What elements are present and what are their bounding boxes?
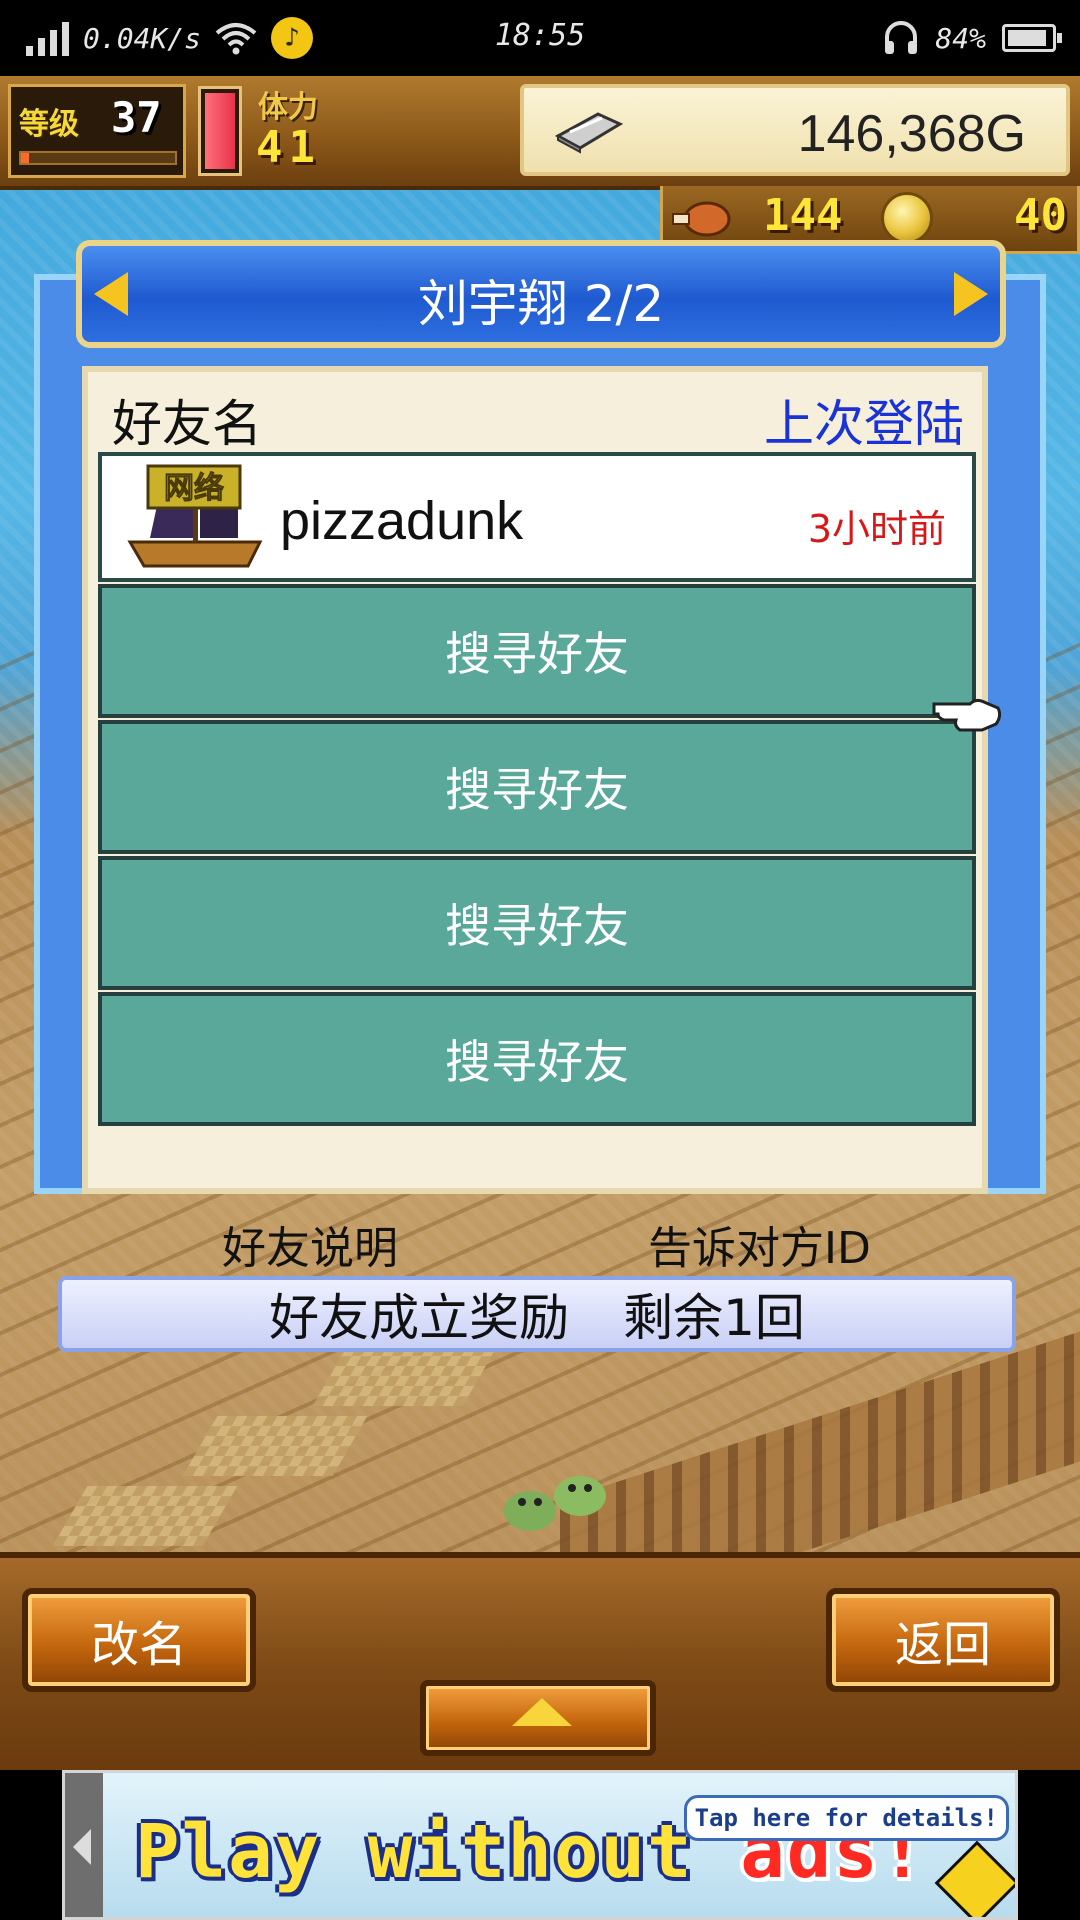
medal-icon (881, 192, 933, 244)
friend-name: pizzadunk (280, 491, 524, 551)
tell-id-link[interactable]: 告诉对方ID (648, 1212, 871, 1276)
search-friend-button[interactable]: 搜寻好友 (98, 720, 976, 854)
ad-area: Play without ads! Tap here for details! (0, 1770, 1080, 1920)
pointer-hand-icon (932, 698, 1002, 732)
left-arrow-icon (73, 1829, 91, 1865)
medal-count: 40 (1014, 190, 1067, 241)
column-header-last-login: 上次登陆 (764, 395, 964, 453)
friend-info-link[interactable]: 好友说明 (222, 1212, 398, 1276)
stamina-value: 41 (256, 122, 321, 173)
friend-row[interactable]: 网络 pizzadunk 3小时前 (98, 452, 976, 582)
food-count: 144 (763, 190, 843, 241)
search-friend-button[interactable]: 搜寻好友 (98, 992, 976, 1126)
up-arrow-icon (512, 1698, 572, 1726)
battery-percent: 84% (935, 21, 986, 55)
ad-banner[interactable]: Play without ads! Tap here for details! (62, 1770, 1018, 1920)
friend-reward-bar: 好友成立奖励 剩余1回 (58, 1276, 1016, 1352)
reward-label: 好友成立奖励 (269, 1289, 570, 1347)
search-friend-button[interactable]: 搜寻好友 (98, 584, 976, 718)
back-button[interactable]: 返回 (826, 1588, 1060, 1692)
level-panel: 等级 37 (8, 84, 186, 178)
battery-icon (1002, 24, 1062, 52)
next-page-arrow-icon[interactable] (954, 272, 988, 316)
ship-icon: 网络 (127, 464, 263, 568)
ad-details-bubble[interactable]: Tap here for details! (683, 1795, 1009, 1841)
level-value: 37 (111, 93, 162, 142)
meat-icon (672, 201, 731, 237)
column-header-name: 好友名 (112, 395, 262, 453)
level-label: 等级 (19, 107, 79, 142)
bottom-command-bar: 改名 返回 (0, 1552, 1080, 1776)
stamina-label: 体力 (258, 90, 318, 125)
friend-list: 好友名 上次登陆 网络 pizzadunk 3小时前 搜寻好友 搜寻好友 搜寻好… (82, 366, 988, 1194)
friend-last-login: 3小时前 (807, 507, 946, 551)
headset-icon (885, 21, 918, 54)
search-friend-button[interactable]: 搜寻好友 (98, 856, 976, 990)
mascot-icon (934, 1840, 1015, 1917)
scroll-up-button[interactable] (420, 1680, 656, 1756)
exp-bar (19, 151, 177, 165)
stamina-gauge (198, 86, 242, 176)
reward-remaining: 剩余1回 (623, 1289, 805, 1347)
ad-collapse-tab[interactable] (65, 1773, 103, 1917)
silver-bar-icon (554, 112, 624, 154)
rename-button[interactable]: 改名 (22, 1588, 256, 1692)
dialog-header: 刘宇翔 2/2 (76, 240, 1006, 348)
dialog-title: 刘宇翔 2/2 (417, 275, 665, 333)
svg-text:网络: 网络 (164, 471, 224, 506)
top-hud: 等级 37 体力 41 146,368G (0, 76, 1080, 190)
gold-amount: 146,368G (797, 105, 1026, 163)
crew-sprites (504, 1476, 606, 1531)
gold-panel: 146,368G (520, 84, 1070, 176)
status-bar: 0.04K/s ♪ 18:55 84% (0, 0, 1080, 76)
